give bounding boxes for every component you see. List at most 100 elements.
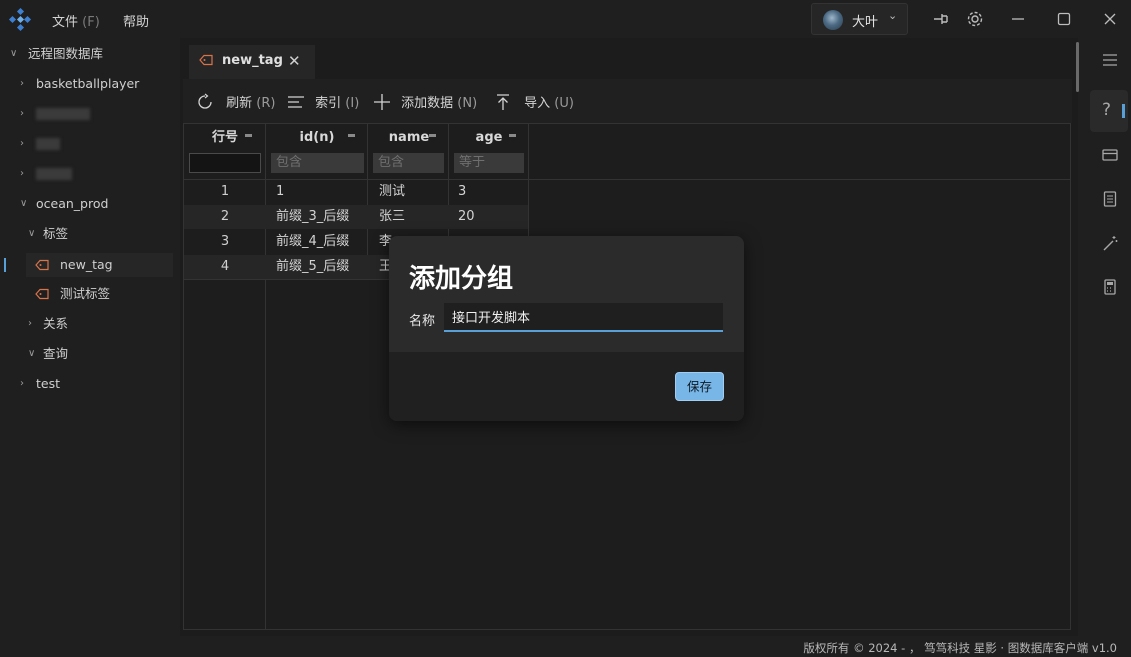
chevron-right-icon: › [20,78,24,89]
cell-id[interactable]: 前缀_4_后缀 [276,230,349,254]
chevron-down-icon: ∨ [28,348,36,359]
menu-help[interactable]: 帮助 [123,11,149,30]
upload-icon [497,94,509,110]
chevron-down-icon: ∨ [20,198,28,209]
scrollbar[interactable] [1076,42,1079,92]
status-text: 版权所有 © 2024 - ， 笃笃科技 星影 · 图数据库客户端 v1.0 [803,641,1117,655]
chevron-down-icon: ⌄ [888,9,898,22]
active-indicator [1122,104,1125,118]
help-icon[interactable]: ? [1102,100,1111,120]
chevron-right-icon: › [20,138,24,149]
sort-icon[interactable] [245,134,252,137]
user-menu[interactable]: 大叶 ⌄ [811,3,908,35]
cell-id[interactable]: 1 [276,180,284,204]
cell-id[interactable]: 前缀_3_后缀 [276,205,349,229]
sidebar-item-label: new_tag [60,257,113,272]
sidebar-item-redacted-1[interactable]: › [18,102,178,126]
group-name-input[interactable] [444,303,723,332]
redacted-label [36,108,90,120]
tag-icon [35,288,49,300]
cell-age[interactable]: 20 [458,205,475,229]
close-icon[interactable] [1100,9,1120,29]
row-number: 2 [220,209,230,224]
cell-id[interactable]: 前缀_5_后缀 [276,255,349,279]
sidebar-item-test[interactable]: › test [18,372,178,396]
close-icon[interactable]: ✕ [288,52,301,70]
gear-icon[interactable] [965,9,985,29]
add-data-label: 添加数据 [401,96,454,111]
sidebar-item-new-tag[interactable]: new_tag [26,253,173,277]
refresh-accel: (R) [256,96,276,111]
column-header-row-number[interactable]: 行号 [184,126,266,150]
sidebar-item-basketballplayer[interactable]: › basketballplayer [18,72,178,96]
dialog-title: 添加分组 [409,264,514,294]
refresh-button[interactable]: 刷新 (R) [196,92,275,111]
filter-name[interactable]: 包含 [373,153,444,173]
sort-icon[interactable] [348,134,355,137]
chevron-right-icon: › [28,318,32,329]
sidebar-item-redacted-3[interactable]: › [18,162,178,186]
sidebar-item-remote-db[interactable]: ∨ 远程图数据库 [8,42,178,66]
calculator-icon[interactable] [1101,278,1119,296]
index-button[interactable]: 索引 (I) [287,92,359,111]
import-accel: (U) [554,96,574,111]
filter-age[interactable]: 等于 [454,153,524,173]
menu-file-accel: (F) [82,15,100,30]
row-number: 1 [220,184,230,199]
sort-icon[interactable] [509,134,516,137]
sidebar-item-label: 标签 [43,226,69,241]
column-header-id[interactable]: id(n) [266,126,368,150]
maximize-icon[interactable] [1054,9,1074,29]
pin-icon[interactable] [931,9,951,29]
magic-wand-icon[interactable] [1101,234,1119,252]
cell-name[interactable]: 测试 [379,180,405,204]
sidebar-item-label: 测试标签 [60,286,111,301]
list-icon [288,96,304,108]
title-bar [0,0,1131,38]
redacted-label [36,168,72,180]
sidebar-item-edges[interactable]: › 关系 [26,312,176,336]
save-button[interactable]: 保存 [675,372,724,401]
hamburger-menu-icon[interactable] [1101,51,1119,69]
card-icon[interactable] [1101,146,1119,164]
tag-icon [35,259,49,271]
import-label: 导入 [524,96,551,111]
refresh-label: 刷新 [226,96,253,111]
index-label: 索引 [315,96,342,111]
sidebar-item-label: test [36,376,61,391]
column-header-name[interactable]: name [368,126,450,150]
sidebar-item-label: 关系 [43,316,69,331]
sort-icon[interactable] [429,134,436,137]
import-button[interactable]: 导入 (U) [494,92,574,111]
minimize-icon[interactable] [1008,9,1028,29]
filter-row-number[interactable] [189,153,261,173]
chevron-right-icon: › [20,108,24,119]
sidebar-item-tags[interactable]: ∨ 标签 [26,222,176,246]
sidebar-item-label: basketballplayer [36,76,140,91]
sidebar-item-ocean-prod[interactable]: ∨ ocean_prod [18,192,178,216]
user-name: 大叶 [852,15,879,30]
sidebar-item-redacted-2[interactable]: › [18,132,178,156]
refresh-icon [198,93,212,109]
avatar [823,10,843,30]
cell-name[interactable]: 张三 [379,205,405,229]
sidebar-item-label: 查询 [43,346,69,361]
add-data-accel: (N) [457,96,478,111]
cell-age[interactable]: 3 [458,180,466,204]
menu-file[interactable]: 文件 (F) [52,11,100,30]
filter-id[interactable]: 包含 [271,153,364,173]
plus-icon [374,94,390,110]
sidebar-item-test-tag[interactable]: 测试标签 [26,282,176,306]
sidebar-item-queries[interactable]: ∨ 查询 [26,342,176,366]
sidebar-item-label: ocean_prod [36,196,109,211]
add-data-button[interactable]: 添加数据 (N) [373,92,477,111]
sidebar-item-label: 远程图数据库 [28,46,104,61]
chevron-down-icon: ∨ [10,48,18,59]
document-icon[interactable] [1101,190,1119,208]
column-header-age[interactable]: age [449,126,529,150]
tab-label: new_tag [222,53,283,68]
add-group-dialog: 添加分组 名称 保存 [389,236,744,421]
selection-indicator [4,258,6,272]
grid-header-divider [184,179,1070,180]
chevron-right-icon: › [20,378,24,389]
